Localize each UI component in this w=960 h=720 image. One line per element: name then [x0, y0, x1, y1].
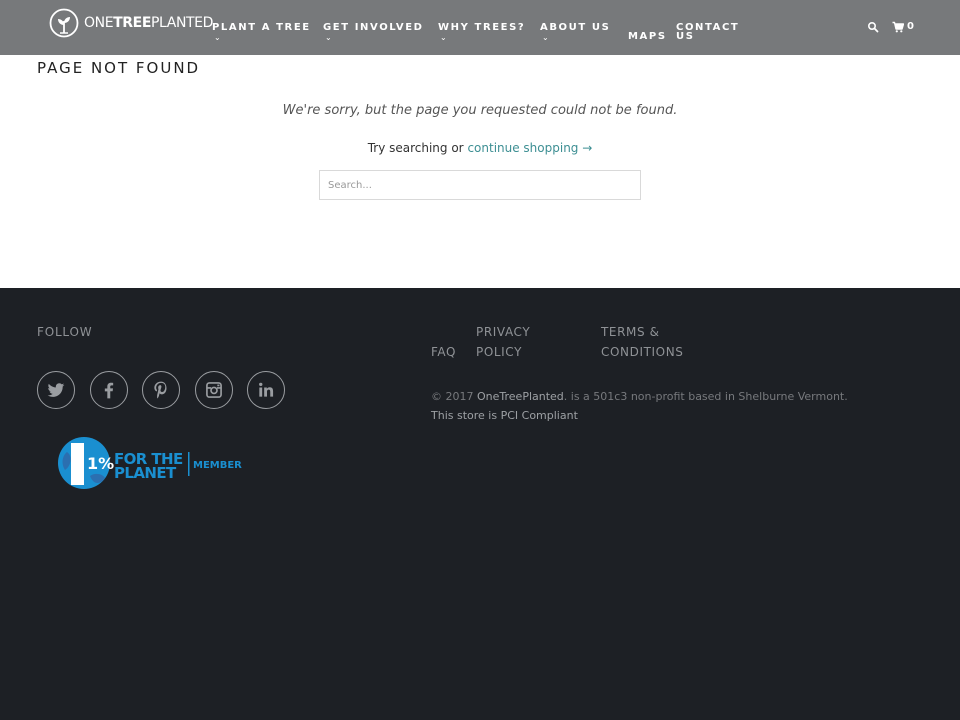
- instagram-icon: [206, 382, 222, 398]
- nav-maps[interactable]: MAPS: [628, 31, 667, 42]
- nav-contact-us[interactable]: CONTACT US: [676, 22, 746, 42]
- twitter-link[interactable]: [37, 371, 75, 409]
- try-searching-line: Try searching or continue shopping →: [0, 141, 960, 155]
- cart-icon[interactable]: [892, 21, 904, 33]
- site-footer: FOLLOW 1% FOR THE PLANET MEMBER FAQ PRIV…: [0, 288, 960, 720]
- nav-get-involved[interactable]: GET INVOLVED ⌄: [323, 23, 424, 42]
- site-header: ONETREEPLANTED PLANT A TREE ⌄ GET INVOLV…: [0, 0, 960, 55]
- pinterest-link[interactable]: [142, 371, 180, 409]
- nav-label: CONTACT US: [676, 22, 740, 42]
- tree-logo-icon: [49, 8, 79, 38]
- search-icon[interactable]: [867, 21, 879, 33]
- chevron-down-icon: ⌄: [440, 33, 447, 42]
- footer-link-privacy-policy[interactable]: PRIVACY POLICY: [476, 322, 566, 362]
- nav-label: ABOUT US: [540, 22, 611, 33]
- follow-heading: FOLLOW: [37, 325, 93, 339]
- copyright-notice: © 2017 OneTreePlanted. is a 501c3 non-pr…: [431, 387, 848, 406]
- linkedin-icon: [259, 382, 274, 397]
- brand-link[interactable]: OneTreePlanted: [477, 390, 564, 403]
- badge-member: MEMBER: [193, 460, 242, 471]
- twitter-icon: [47, 383, 65, 397]
- nav-label: WHY TREES?: [438, 22, 526, 33]
- chevron-down-icon: ⌄: [325, 33, 332, 42]
- nav-label: PLANT A TREE: [212, 22, 311, 33]
- nav-label: GET INVOLVED: [323, 22, 424, 33]
- continue-shopping-link[interactable]: continue shopping →: [467, 141, 592, 155]
- cart-count[interactable]: 0: [907, 21, 914, 33]
- facebook-icon: [104, 382, 114, 399]
- page-title: PAGE NOT FOUND: [37, 59, 201, 77]
- pci-compliant-link[interactable]: This store is PCI Compliant: [431, 406, 578, 425]
- copyright-suffix: . is a 501c3 non-profit based in Shelbur…: [563, 390, 848, 403]
- copyright-prefix: © 2017: [431, 390, 477, 403]
- chevron-down-icon: ⌄: [214, 33, 221, 42]
- footer-link-terms[interactable]: TERMS & CONDITIONS: [601, 322, 701, 362]
- nav-about-us[interactable]: ABOUT US ⌄: [540, 23, 610, 42]
- badge-percent: 1%: [87, 454, 114, 473]
- footer-link-faq[interactable]: FAQ: [431, 342, 456, 362]
- chevron-down-icon: ⌄: [542, 33, 549, 42]
- facebook-link[interactable]: [90, 371, 128, 409]
- logo-wordmark: ONETREEPLANTED: [84, 15, 213, 31]
- badge-line2: PLANET: [114, 464, 177, 482]
- nav-why-trees[interactable]: WHY TREES? ⌄: [438, 23, 525, 42]
- nav-plant-a-tree[interactable]: PLANT A TREE ⌄: [212, 23, 311, 42]
- try-searching-text: Try searching or: [367, 141, 468, 155]
- nav-label: MAPS: [628, 31, 667, 42]
- search-input[interactable]: [319, 170, 641, 200]
- linkedin-link[interactable]: [247, 371, 285, 409]
- pinterest-icon: [154, 381, 167, 399]
- instagram-link[interactable]: [195, 371, 233, 409]
- one-percent-for-the-planet-badge[interactable]: 1% FOR THE PLANET MEMBER: [57, 436, 247, 492]
- not-found-message: We're sorry, but the page you requested …: [282, 103, 678, 118]
- site-logo[interactable]: ONETREEPLANTED: [49, 8, 213, 38]
